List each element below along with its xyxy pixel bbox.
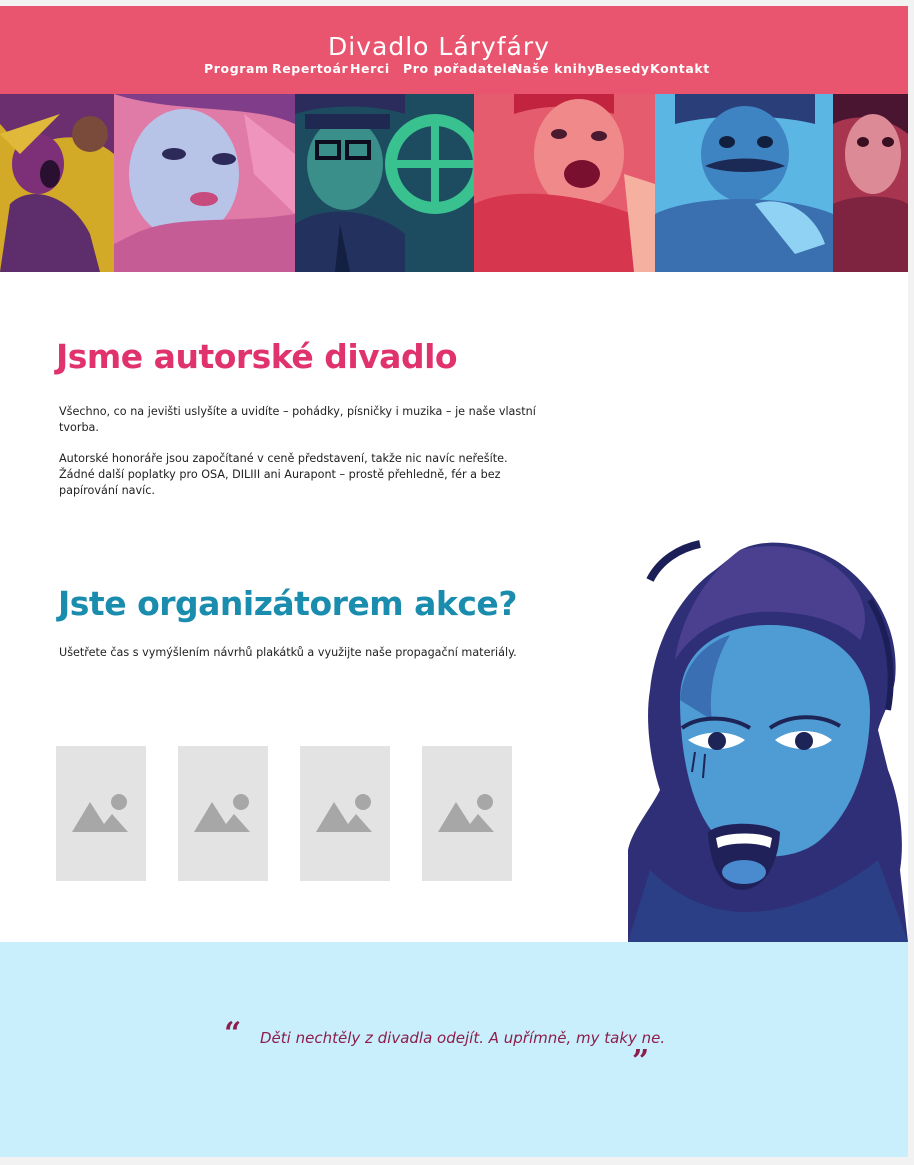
actor-photo-6 [833,94,908,272]
heading-organizer: Jste organizátorem akce? [58,584,517,623]
organizer-paragraph: Ušetřete čas s vymýšlením návrhů plakátk… [59,646,517,659]
nav-item-herci[interactable]: Herci [350,61,390,76]
quote-open-mark: “ [224,1016,242,1051]
actress-portrait [620,540,908,942]
heading-authors-theatre: Jsme autorské divadlo [56,337,458,376]
promo-material-placeholder-1[interactable] [56,746,146,881]
testimonial-band [0,942,908,1157]
page-scrollbar-track[interactable] [908,0,914,1165]
actor-photo-2 [114,94,295,272]
actor-photo-5 [655,94,833,272]
nav-item-nase-knihy[interactable]: Naše knihy [512,61,596,76]
image-placeholder-icon [316,794,372,832]
actor-photo-4 [474,94,655,272]
promo-material-placeholder-3[interactable] [300,746,390,881]
testimonial-text: Děti nechtěly z divadla odejít. A upřímn… [260,1029,666,1047]
image-placeholder-icon [194,794,250,832]
nav-item-pro-poradatele[interactable]: Pro pořadatele [403,61,516,76]
actor-photo-1 [0,94,114,272]
nav-item-besedy[interactable]: Besedy [595,61,650,76]
promo-material-placeholder-4[interactable] [422,746,512,881]
page-bottom-border [0,1157,914,1165]
image-placeholder-icon [438,794,494,832]
promo-material-placeholder-2[interactable] [178,746,268,881]
site-title[interactable]: Divadlo Láryfáry [0,32,878,61]
quote-close-mark: ” [632,1044,650,1079]
actor-photo-3 [295,94,474,272]
nav-item-repertoar[interactable]: Repertoár [272,61,348,76]
nav-item-program[interactable]: Program [204,61,269,76]
image-placeholder-icon [72,794,128,832]
site-header: Divadlo Láryfáry [0,6,908,94]
authors-paragraph-2: Autorské honoráře jsou započítané v ceně… [59,452,508,497]
nav-item-kontakt[interactable]: Kontakt [650,61,710,76]
actors-banner [0,94,908,272]
authors-paragraph-1: Všechno, co na jevišti uslyšíte a uvidít… [59,405,536,434]
